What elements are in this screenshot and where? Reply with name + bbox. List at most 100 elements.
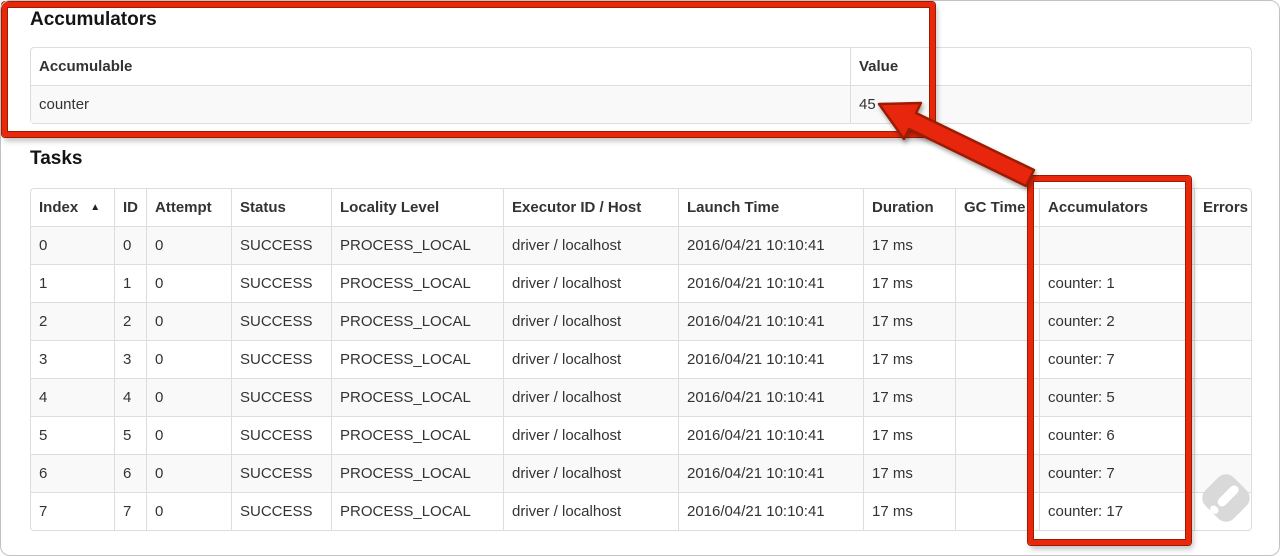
table-cell <box>1194 302 1251 340</box>
table-cell <box>955 302 1039 340</box>
table-cell: 17 ms <box>863 302 955 340</box>
tasks-table-body: 0 0 0 SUCCESS PROCESS_LOCAL driver / localhos… <box>31 226 1251 530</box>
accumulators-table-body: counter 45 <box>31 85 1251 123</box>
table-cell <box>955 264 1039 302</box>
table-row: 0 0 0 SUCCESS PROCESS_LOCAL driver / localhos… <box>31 226 1251 264</box>
table-cell <box>1194 264 1251 302</box>
table-cell: SUCCESS <box>231 416 331 454</box>
table-cell <box>955 416 1039 454</box>
table-cell: SUCCESS <box>231 454 331 492</box>
errors-column-header[interactable]: Errors <box>1194 189 1251 226</box>
attempt-column-header[interactable]: Attempt <box>146 189 231 226</box>
table-cell: counter: 6 <box>1039 416 1194 454</box>
accumulable-column-header: Accumulable <box>39 58 133 75</box>
table-cell: 17 ms <box>863 340 955 378</box>
id-column-header[interactable]: ID <box>114 189 146 226</box>
table-cell: counter: 1 <box>1039 264 1194 302</box>
table-cell: PROCESS_LOCAL <box>331 302 503 340</box>
table-cell: 0 <box>146 340 231 378</box>
table-cell: 1 <box>31 264 114 302</box>
table-cell: 17 ms <box>863 416 955 454</box>
table-cell: 4 <box>31 378 114 416</box>
table-cell <box>955 492 1039 530</box>
table-cell: 3 <box>31 340 114 378</box>
accumulators-section-title: Accumulators <box>30 9 157 30</box>
table-cell: driver / localhost <box>503 492 678 530</box>
table-cell: PROCESS_LOCAL <box>331 378 503 416</box>
table-cell: 0 <box>146 454 231 492</box>
table-cell: 2016/04/21 10:10:41 <box>678 340 863 378</box>
table-cell <box>1194 340 1251 378</box>
table-cell: PROCESS_LOCAL <box>331 340 503 378</box>
table-cell: PROCESS_LOCAL <box>331 264 503 302</box>
table-cell: 17 ms <box>863 378 955 416</box>
table-cell <box>1039 226 1194 264</box>
duration-column-header[interactable]: Duration <box>863 189 955 226</box>
table-cell: 6 <box>31 454 114 492</box>
table-row: 5 5 0 SUCCESS PROCESS_LOCAL driver / localhos… <box>31 416 1251 454</box>
table-cell: PROCESS_LOCAL <box>331 454 503 492</box>
table-row: 4 4 0 SUCCESS PROCESS_LOCAL driver / localhos… <box>31 378 1251 416</box>
table-cell: 0 <box>146 226 231 264</box>
table-cell: driver / localhost <box>503 226 678 264</box>
table-cell: 2 <box>114 302 146 340</box>
table-cell: SUCCESS <box>231 378 331 416</box>
table-cell: driver / localhost <box>503 302 678 340</box>
table-cell: 6 <box>114 454 146 492</box>
index-column-label: Index <box>39 199 79 216</box>
table-cell: SUCCESS <box>231 492 331 530</box>
table-row: 2 2 0 SUCCESS PROCESS_LOCAL driver / localhos… <box>31 302 1251 340</box>
locality-level-column-header[interactable]: Locality Level <box>331 189 503 226</box>
table-cell: 17 ms <box>863 454 955 492</box>
table-cell: 1 <box>114 264 146 302</box>
tasks-section-title: Tasks <box>30 148 83 169</box>
table-cell: counter: 7 <box>1039 340 1194 378</box>
table-cell: 7 <box>31 492 114 530</box>
table-cell <box>955 226 1039 264</box>
gc-time-column-header[interactable]: GC Time <box>955 189 1039 226</box>
table-cell: SUCCESS <box>231 226 331 264</box>
table-cell: SUCCESS <box>231 302 331 340</box>
table-cell <box>955 340 1039 378</box>
accumulators-column-header[interactable]: Accumulators <box>1039 189 1194 226</box>
table-cell <box>955 454 1039 492</box>
table-cell: 45 <box>850 85 1251 123</box>
table-cell <box>955 378 1039 416</box>
table-cell: driver / localhost <box>503 340 678 378</box>
table-cell: counter: 5 <box>1039 378 1194 416</box>
launch-time-column-header[interactable]: Launch Time <box>678 189 863 226</box>
table-cell: counter: 7 <box>1039 454 1194 492</box>
table-cell: counter: 2 <box>1039 302 1194 340</box>
table-cell: counter <box>31 85 850 123</box>
table-cell: 0 <box>146 264 231 302</box>
sort-ascending-icon: ▲ <box>90 202 101 213</box>
table-cell: PROCESS_LOCAL <box>331 416 503 454</box>
table-cell: 2016/04/21 10:10:41 <box>678 492 863 530</box>
table-cell <box>1194 492 1251 530</box>
table-row: counter 45 <box>31 85 1251 123</box>
value-column-header: Value <box>850 48 1251 85</box>
table-cell: SUCCESS <box>231 340 331 378</box>
table-cell: 0 <box>114 226 146 264</box>
tasks-header-row: Index ▲ ID Attempt Status Locality Level … <box>31 189 1251 226</box>
table-cell: 2016/04/21 10:10:41 <box>678 454 863 492</box>
table-cell: 0 <box>146 492 231 530</box>
table-cell: 0 <box>146 378 231 416</box>
table-row: 7 7 0 SUCCESS PROCESS_LOCAL driver / localhos… <box>31 492 1251 530</box>
status-column-header[interactable]: Status <box>231 189 331 226</box>
table-cell: 2016/04/21 10:10:41 <box>678 416 863 454</box>
table-row: 3 3 0 SUCCESS PROCESS_LOCAL driver / localhos… <box>31 340 1251 378</box>
table-cell: 17 ms <box>863 492 955 530</box>
table-cell: 0 <box>146 302 231 340</box>
table-row: 1 1 0 SUCCESS PROCESS_LOCAL driver / localhos… <box>31 264 1251 302</box>
accumulators-table: Accumulable Value counter 45 <box>30 47 1252 124</box>
index-column-header[interactable]: Index ▲ <box>31 189 114 226</box>
table-cell: 17 ms <box>863 264 955 302</box>
table-cell: 2016/04/21 10:10:41 <box>678 378 863 416</box>
tasks-table: Index ▲ ID Attempt Status Locality Level … <box>30 188 1252 531</box>
table-cell: SUCCESS <box>231 264 331 302</box>
table-row: 6 6 0 SUCCESS PROCESS_LOCAL driver / localhos… <box>31 454 1251 492</box>
table-cell: 3 <box>114 340 146 378</box>
executor-id-host-column-header[interactable]: Executor ID / Host <box>503 189 678 226</box>
table-cell: driver / localhost <box>503 378 678 416</box>
